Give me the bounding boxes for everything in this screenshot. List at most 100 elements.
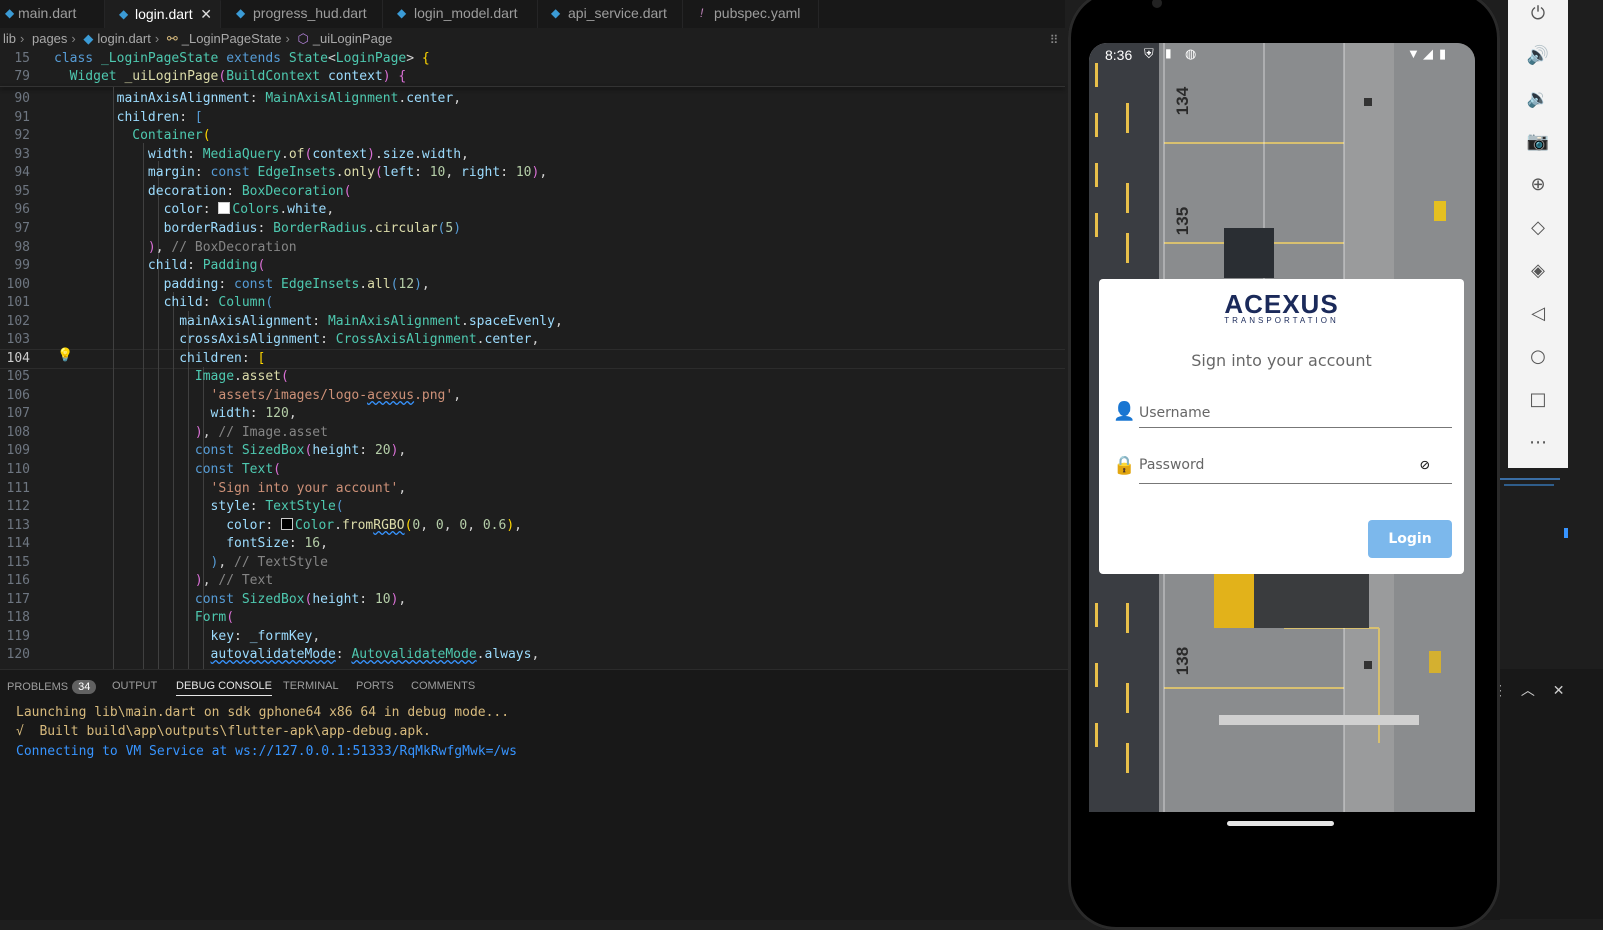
code-line: 108 ), // Image.asset [6, 425, 328, 440]
code-line: 102 mainAxisAlignment: MainAxisAlignment… [6, 314, 563, 329]
signal-icon: ◢ [1423, 46, 1433, 61]
breadcrumb-item[interactable]: _LoginPageState [182, 31, 282, 46]
code-line: 79 Widget _uiLoginPage(BuildContext cont… [14, 69, 407, 84]
overview-icon[interactable]: □ [1524, 386, 1552, 414]
yaml-file-icon: ! [700, 6, 704, 20]
code-line: 110 const Text( [6, 462, 281, 477]
wifi-icon: ▼ [1407, 46, 1420, 61]
breadcrumb-item[interactable]: _uiLoginPage [313, 31, 393, 46]
tab-main-dart[interactable]: ◆ main.dart [0, 0, 105, 28]
color-swatch[interactable] [218, 202, 231, 214]
dart-file-icon: ◆ [236, 6, 246, 20]
power-icon[interactable]: ⏻ [1524, 0, 1552, 28]
password-input[interactable]: Password [1139, 457, 1452, 484]
panel-tab-debug-console[interactable]: DEBUG CONSOLE [176, 680, 272, 696]
tab-pubspec-yaml[interactable]: ! pubspec.yaml [683, 0, 819, 28]
code-line: 100 padding: const EdgeInsets.all(12), [6, 277, 430, 292]
battery-icon: ▮ [1439, 46, 1447, 61]
volume-down-icon[interactable]: 🔉 [1524, 85, 1552, 113]
sign-in-heading: Sign into your account [1191, 351, 1372, 370]
breadcrumb-item[interactable]: login.dart [97, 31, 150, 46]
tab-progress-hud-dart[interactable]: ◆ progress_hud.dart [221, 0, 383, 28]
dart-file-icon: ◆ [397, 6, 407, 20]
code-line: 103 crossAxisAlignment: CrossAxisAlignme… [6, 332, 540, 347]
panel-controls: ⋮ ︿ ✕ [1493, 680, 1565, 700]
editor-tab-bar: ◆ main.dart ◆ login.dart ✕ ◆ progress_hud.da… [0, 0, 1065, 28]
logo-subtext: TRANSPORTATION [1224, 316, 1339, 325]
panel-tab-ports[interactable]: PORTS [356, 680, 394, 692]
code-line: 113 color: Color.fromRGBO(0, 0, 0, 0.6), [6, 518, 522, 533]
panel-tab-comments[interactable]: COMMENTS [411, 680, 475, 692]
code-line: 101 child: Column( [6, 295, 274, 310]
code-line: 117 const SizedBox(height: 10), [6, 592, 407, 607]
phone-screen[interactable]: 134 135 138 8:36 ⛨ ▮ ◍ ▼ ◢ ▮ ACEXUS TRAN… [1089, 43, 1475, 812]
close-panel-icon[interactable]: ✕ [1553, 682, 1565, 698]
code-line: 107 width: 120, [6, 406, 297, 421]
status-time: 8:36 [1105, 47, 1133, 63]
login-card: ACEXUS TRANSPORTATION Sign into your acc… [1099, 279, 1464, 574]
volume-up-icon[interactable]: 🔊 [1524, 42, 1552, 70]
dart-file-icon: ◆ [83, 31, 94, 46]
code-line: 115 ), // TextStyle [6, 555, 328, 570]
home-icon[interactable]: ○ [1524, 343, 1552, 371]
chevron-right-icon: › [71, 31, 76, 46]
acexus-logo: ACEXUS TRANSPORTATION [1099, 289, 1464, 325]
code-line: 118 Form( [6, 610, 235, 625]
username-input[interactable]: Username [1139, 405, 1452, 428]
code-line: 120 autovalidateMode: AutovalidateMode.a… [6, 647, 540, 662]
code-line: 116 ), // Text [6, 573, 274, 588]
visibility-off-icon[interactable]: ⊘ [1420, 455, 1430, 474]
panel-tab-problems[interactable]: PROBLEMS 34 [7, 680, 97, 694]
code-line: 99 child: Padding( [14, 258, 266, 273]
code-editor[interactable]: 💡 15 class _LoginPageState extends State<… [0, 49, 1065, 669]
panel-tab-output[interactable]: OUTPUT [112, 680, 157, 692]
dart-file-icon: ◆ [5, 6, 15, 20]
tab-api-service-dart[interactable]: ◆ api_service.dart [538, 0, 683, 28]
lot-number: 134 [1173, 86, 1193, 116]
shield-icon: ⛨ [1144, 46, 1154, 61]
code-line: 95 decoration: BoxDecoration( [14, 184, 352, 199]
breadcrumb: lib › pages › ◆ login.dart › ⚯ _LoginPageStat… [0, 29, 1040, 49]
method-icon: ⬡ [297, 31, 309, 46]
lot-number: 135 [1173, 206, 1193, 236]
dart-file-icon: ◆ [119, 7, 129, 21]
home-gesture-bar[interactable] [1227, 821, 1334, 826]
dart-file-icon: ◆ [551, 6, 561, 20]
person-icon: 👤 [1113, 401, 1136, 422]
close-icon[interactable]: ✕ [200, 1, 212, 27]
login-button[interactable]: Login [1368, 520, 1452, 558]
breadcrumb-item[interactable]: lib [3, 31, 16, 46]
console-line: Launching lib\main.dart on sdk gphone64 … [16, 705, 510, 720]
rotate-right-icon[interactable]: ◈ [1524, 257, 1552, 285]
emulator-toolbar: ⏻ 🔊 🔉 📷 ⊕ ◇ ◈ ◁ ○ □ ⋯ [1508, 0, 1568, 468]
android-status-bar: 8:36 ⛨ ▮ ◍ ▼ ◢ ▮ [1089, 43, 1475, 67]
sd-card-icon: ▮ [1165, 46, 1172, 60]
lock-icon: 🔒 [1113, 455, 1136, 476]
sync-icon: ◍ [1185, 46, 1197, 61]
tab-login-dart[interactable]: ◆ login.dart ✕ [105, 0, 221, 28]
chevron-right-icon: › [285, 31, 290, 46]
rotate-left-icon[interactable]: ◇ [1524, 214, 1552, 242]
editor-overview-ruler [1500, 470, 1603, 670]
more-icon[interactable]: ⋯ [1524, 429, 1552, 457]
color-swatch[interactable] [280, 518, 293, 530]
camera-icon[interactable]: 📷 [1524, 128, 1552, 156]
console-line: Connecting to VM Service at ws://127.0.0… [16, 744, 517, 759]
maximize-panel-icon[interactable]: ︿ [1521, 682, 1535, 698]
tab-login-model-dart[interactable]: ◆ login_model.dart [383, 0, 538, 28]
zoom-icon[interactable]: ⊕ [1524, 171, 1552, 199]
code-line: 97 borderRadius: BorderRadius.circular(5… [14, 221, 462, 236]
code-line: 106 'assets/images/logo-acexus.png', [6, 388, 462, 403]
code-line: 105 Image.asset( [6, 369, 289, 384]
code-line: 90 mainAxisAlignment: MainAxisAlignment.… [14, 91, 462, 106]
code-line: 92 Container( [14, 128, 211, 143]
back-icon[interactable]: ◁ [1524, 300, 1552, 328]
code-line: 114 fontSize: 16, [6, 536, 328, 551]
code-line: 98 ), // BoxDecoration [14, 240, 297, 255]
problems-count-badge: 34 [72, 680, 97, 694]
class-icon: ⚯ [166, 31, 178, 46]
panel-tab-terminal[interactable]: TERMINAL [283, 680, 339, 692]
breadcrumb-item[interactable]: pages [32, 31, 67, 46]
chevron-right-icon: › [154, 31, 160, 46]
code-line: 112 style: TextStyle( [6, 499, 344, 514]
